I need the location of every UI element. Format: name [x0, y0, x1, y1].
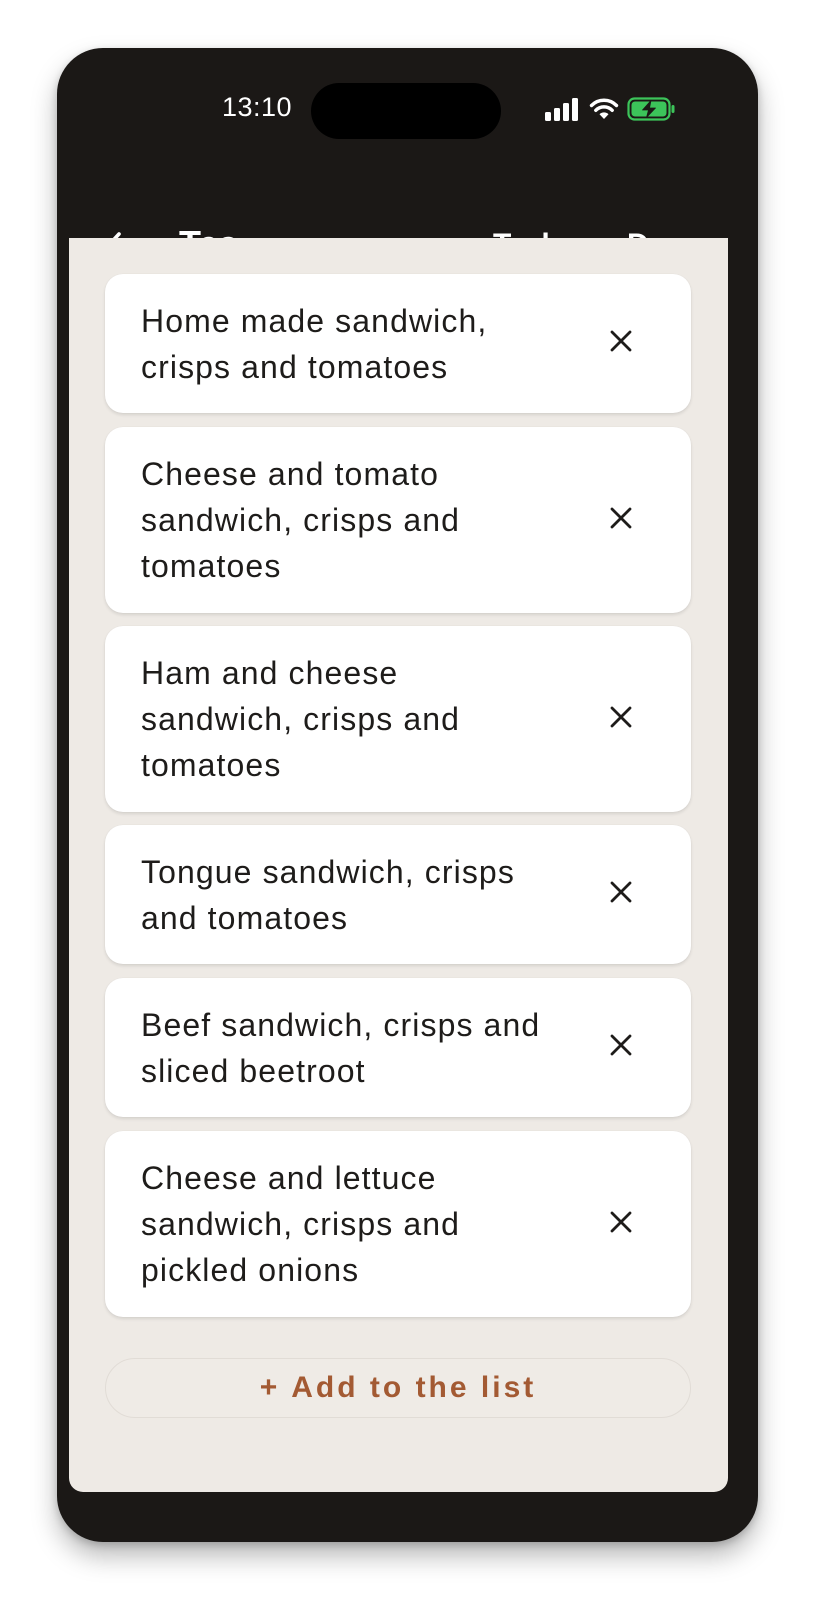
list-item[interactable]: Cheese and lettuce sandwich, crisps and …: [105, 1131, 691, 1317]
list-item-label: Ham and cheese sandwich, crisps and toma…: [141, 655, 461, 783]
list-item-label: Tongue sandwich, crisps and tomatoes: [141, 853, 515, 936]
close-icon: [609, 880, 633, 909]
remove-item-button[interactable]: [605, 703, 637, 735]
list-item-label: Cheese and lettuce sandwich, crisps and …: [141, 1160, 461, 1288]
list-item[interactable]: Tongue sandwich, crisps and tomatoes: [105, 825, 691, 964]
list-item[interactable]: Home made sandwich, crisps and tomatoes: [105, 274, 691, 413]
list-item-label: Home made sandwich, crisps and tomatoes: [141, 302, 488, 385]
remove-item-button[interactable]: [605, 504, 637, 536]
wifi-icon: [589, 97, 619, 126]
list-item[interactable]: Beef sandwich, crisps and sliced beetroo…: [105, 978, 691, 1117]
close-icon: [609, 1033, 633, 1062]
dynamic-island: [311, 83, 501, 139]
remove-item-button[interactable]: [605, 879, 637, 911]
meal-list-screen: Home made sandwich, crisps and tomatoes …: [69, 238, 728, 1492]
add-to-list-label: Add to the list: [291, 1371, 537, 1404]
battery-charging-icon: [627, 96, 677, 127]
remove-item-button[interactable]: [605, 328, 637, 360]
remove-item-button[interactable]: [605, 1208, 637, 1240]
close-icon: [609, 506, 633, 535]
close-icon: [609, 329, 633, 358]
add-to-list-button[interactable]: + Add to the list: [105, 1358, 691, 1418]
close-icon: [609, 1210, 633, 1239]
list-item[interactable]: Cheese and tomato sandwich, crisps and t…: [105, 427, 691, 613]
plus-icon: +: [259, 1371, 278, 1404]
status-icons: [545, 96, 677, 127]
list-item[interactable]: Ham and cheese sandwich, crisps and toma…: [105, 626, 691, 812]
remove-item-button[interactable]: [605, 1032, 637, 1064]
list-item-label: Beef sandwich, crisps and sliced beetroo…: [141, 1006, 541, 1089]
phone-frame: 13:10 Home made sandwich, crisps and tom…: [57, 48, 758, 1542]
close-icon: [609, 705, 633, 734]
cellular-signal-icon: [545, 97, 581, 126]
list-item-label: Cheese and tomato sandwich, crisps and t…: [141, 456, 461, 584]
